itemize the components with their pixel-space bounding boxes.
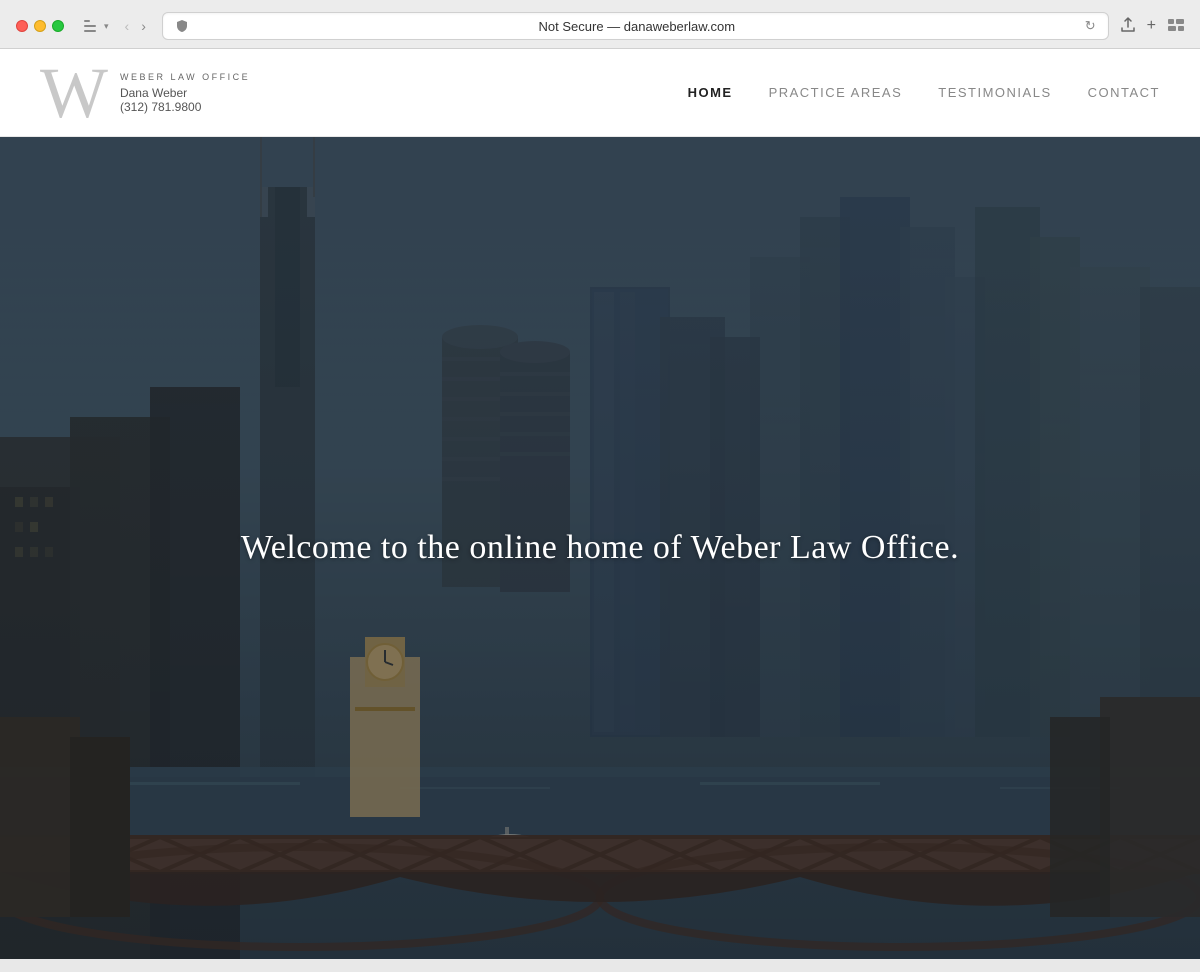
- back-button[interactable]: ‹: [121, 16, 134, 36]
- forward-button[interactable]: ›: [137, 16, 150, 36]
- grid-icon[interactable]: [1168, 18, 1184, 34]
- nav-item-testimonials[interactable]: TESTIMONIALS: [938, 85, 1051, 100]
- maximize-button[interactable]: [52, 20, 64, 32]
- hero-headline: Welcome to the online home of Weber Law …: [241, 529, 959, 567]
- nav-item-home[interactable]: HOME: [688, 85, 733, 100]
- browser-chrome: ▾ ‹ › Not Secure — danaweberlaw.com ↻ +: [0, 0, 1200, 49]
- address-bar[interactable]: Not Secure — danaweberlaw.com ↻: [162, 12, 1109, 40]
- nav-arrows: ‹ ›: [121, 16, 150, 36]
- sidebar-icon: [84, 19, 102, 33]
- reload-icon[interactable]: ↻: [1085, 18, 1096, 34]
- sidebar-toggle[interactable]: ▾: [84, 19, 109, 33]
- url-text: Not Secure — danaweberlaw.com: [197, 19, 1077, 34]
- firm-name: WEBER LAW OFFICE: [120, 72, 250, 82]
- hero-text: Welcome to the online home of Weber Law …: [241, 529, 959, 567]
- nav-item-contact[interactable]: CONTACT: [1088, 85, 1160, 100]
- close-button[interactable]: [16, 20, 28, 32]
- minimize-button[interactable]: [34, 20, 46, 32]
- chevron-down-icon: ▾: [104, 21, 109, 32]
- nav-item-practice-areas[interactable]: PRACTICE AREAS: [769, 85, 903, 100]
- traffic-lights: [16, 20, 64, 32]
- site-nav: HOME PRACTICE AREAS TESTIMONIALS CONTACT: [688, 85, 1160, 100]
- logo-area: W WEBER LAW OFFICE Dana Weber (312) 781.…: [40, 57, 250, 129]
- contact-name: Dana Weber: [120, 86, 250, 100]
- contact-phone: (312) 781.9800: [120, 100, 250, 114]
- security-icon: [175, 19, 189, 33]
- website-content: W WEBER LAW OFFICE Dana Weber (312) 781.…: [0, 49, 1200, 959]
- browser-controls: +: [1121, 17, 1184, 36]
- share-icon[interactable]: [1121, 17, 1135, 36]
- logo-letter: W: [40, 57, 106, 129]
- hero-section: Welcome to the online home of Weber Law …: [0, 137, 1200, 959]
- new-tab-icon[interactable]: +: [1147, 17, 1156, 35]
- site-header: W WEBER LAW OFFICE Dana Weber (312) 781.…: [0, 49, 1200, 137]
